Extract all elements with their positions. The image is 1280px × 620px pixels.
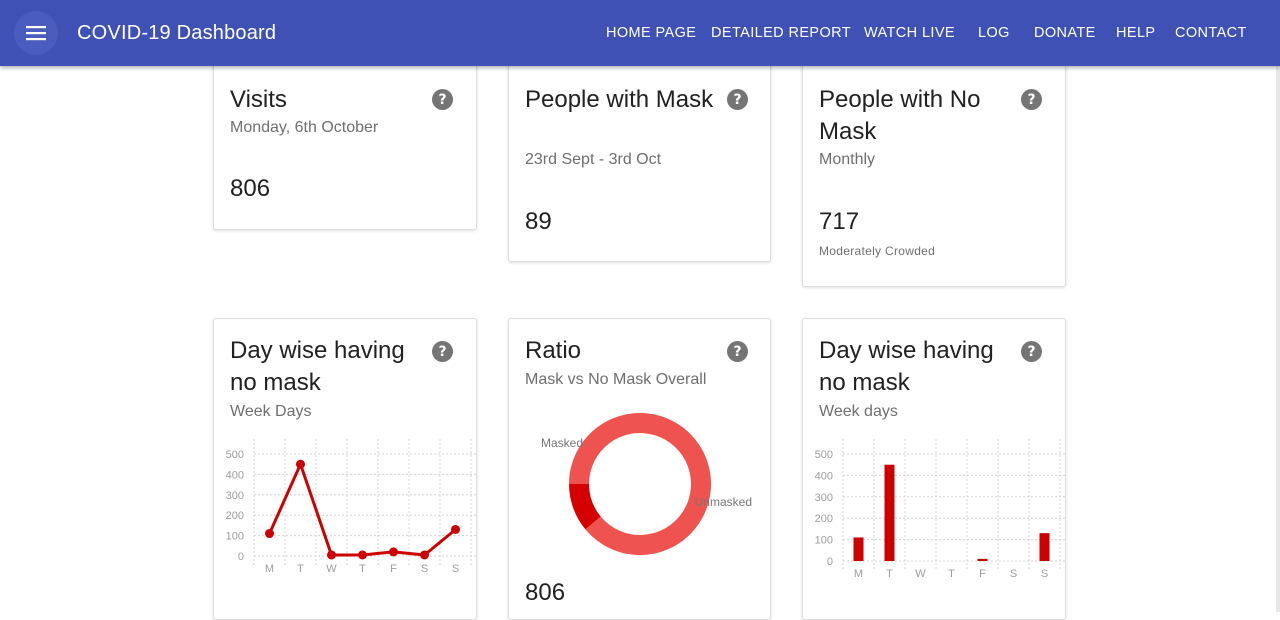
nav-help[interactable]: HELP <box>1116 25 1155 41</box>
no-mask-card: People with No Mask ? Monthly 717 Modera… <box>802 54 1066 287</box>
menu-icon <box>26 26 46 41</box>
y-tick-label: 100 <box>226 531 244 543</box>
app-title: COVID-19 Dashboard <box>77 22 277 44</box>
help-circle-icon[interactable]: ? <box>1021 89 1042 110</box>
card-subtitle: Week Days <box>230 403 312 420</box>
x-tick-label: S <box>452 563 459 575</box>
visits-card: Visits ? Monday, 6th October 806 <box>213 54 477 230</box>
nav-donate[interactable]: DONATE <box>1034 25 1096 41</box>
ratio-total: 806 <box>525 579 566 606</box>
x-tick-label: S <box>421 563 428 575</box>
help-circle-icon[interactable]: ? <box>432 341 453 362</box>
x-tick-label: M <box>265 563 274 575</box>
y-tick-label: 0 <box>238 551 244 563</box>
menu-button[interactable] <box>14 11 58 55</box>
x-tick-label: M <box>854 568 863 580</box>
line-chart: 0 100 200 300 400 500 M T W T F S S <box>226 439 476 575</box>
data-point <box>265 529 274 539</box>
help-circle-icon[interactable]: ? <box>727 89 748 110</box>
x-tick-label: S <box>1041 568 1048 580</box>
data-point <box>296 459 305 469</box>
bar <box>1039 533 1050 561</box>
mask-card: People with Mask ? 23rd Sept - 3rd Oct 8… <box>508 54 771 262</box>
series-line <box>268 462 457 557</box>
x-tick-label: T <box>886 568 893 580</box>
data-point <box>420 550 429 560</box>
nav-contact[interactable]: CONTACT <box>1175 25 1247 41</box>
donut-chart: Masked Unmasked <box>541 413 752 555</box>
bar <box>884 464 895 561</box>
y-tick-label: 400 <box>815 470 833 482</box>
slice-label: Masked <box>541 436 583 450</box>
help-circle-icon[interactable]: ? <box>727 341 748 362</box>
data-point <box>451 524 460 534</box>
y-tick-label: 200 <box>226 510 244 522</box>
ratio-card: Ratio ? Mask vs No Mask Overall Masked Un… <box>508 318 771 620</box>
y-tick-label: 400 <box>226 469 244 481</box>
crowd-status: Moderately Crowded <box>819 244 936 258</box>
mask-value: 89 <box>525 208 552 235</box>
card-title: People with No Mask <box>819 86 981 145</box>
nav-watch-live[interactable]: WATCH LIVE <box>864 25 955 41</box>
x-tick-label: S <box>1010 568 1017 580</box>
card-title: Ratio <box>525 337 582 364</box>
scrollbar[interactable] <box>1276 0 1280 612</box>
x-tick-label: T <box>359 563 366 575</box>
x-tick-label: W <box>326 563 337 575</box>
y-tick-label: 500 <box>815 449 833 461</box>
card-subtitle: Mask vs No Mask Overall <box>525 371 707 388</box>
y-tick-label: 200 <box>815 513 833 525</box>
card-title: Visits <box>230 86 287 113</box>
card-title: Day wise having no mask <box>819 337 994 396</box>
y-tick-label: 300 <box>226 490 244 502</box>
y-tick-label: 300 <box>815 492 833 504</box>
help-circle-icon[interactable]: ? <box>1021 341 1042 362</box>
bar <box>977 558 988 561</box>
card-title: Day wise having no mask <box>230 337 405 396</box>
bar <box>853 537 864 561</box>
x-tick-label: F <box>390 563 397 575</box>
x-tick-label: T <box>297 563 304 575</box>
x-tick-label: T <box>948 568 955 580</box>
card-subtitle: Week days <box>819 403 898 420</box>
card-subtitle: 23rd Sept - 3rd Oct <box>525 151 662 168</box>
nav-log[interactable]: LOG <box>978 25 1010 41</box>
line-chart-card: Day wise having no mask ? Week Days 0 100… <box>213 318 477 620</box>
bar-chart-card: Day wise having no mask ? Week days 0 100… <box>802 318 1066 620</box>
card-title: People with Mask <box>525 86 714 113</box>
donut-slice <box>569 413 711 555</box>
x-tick-label: W <box>915 568 926 580</box>
card-subtitle: Monday, 6th October <box>230 119 379 136</box>
card-subtitle: Monthly <box>819 151 876 168</box>
nav-detailed-report[interactable]: DETAILED REPORT <box>711 25 851 41</box>
no-mask-value: 717 <box>819 208 860 235</box>
x-tick-label: F <box>979 568 986 580</box>
help-circle-icon[interactable]: ? <box>432 89 453 110</box>
data-point <box>358 550 367 560</box>
visits-value: 806 <box>230 175 271 202</box>
nav-home-page[interactable]: HOME PAGE <box>606 25 696 41</box>
y-tick-label: 0 <box>827 556 833 568</box>
slice-label: Unmasked <box>695 495 752 509</box>
data-point <box>389 547 398 557</box>
app-bar: COVID-19 Dashboard HOME PAGE DETAILED RE… <box>0 0 1280 66</box>
bar-chart: 0 100 200 300 400 500 M T W T F S S <box>815 439 1065 580</box>
y-tick-label: 100 <box>815 535 833 547</box>
y-tick-label: 500 <box>226 449 244 461</box>
data-point <box>327 550 336 560</box>
